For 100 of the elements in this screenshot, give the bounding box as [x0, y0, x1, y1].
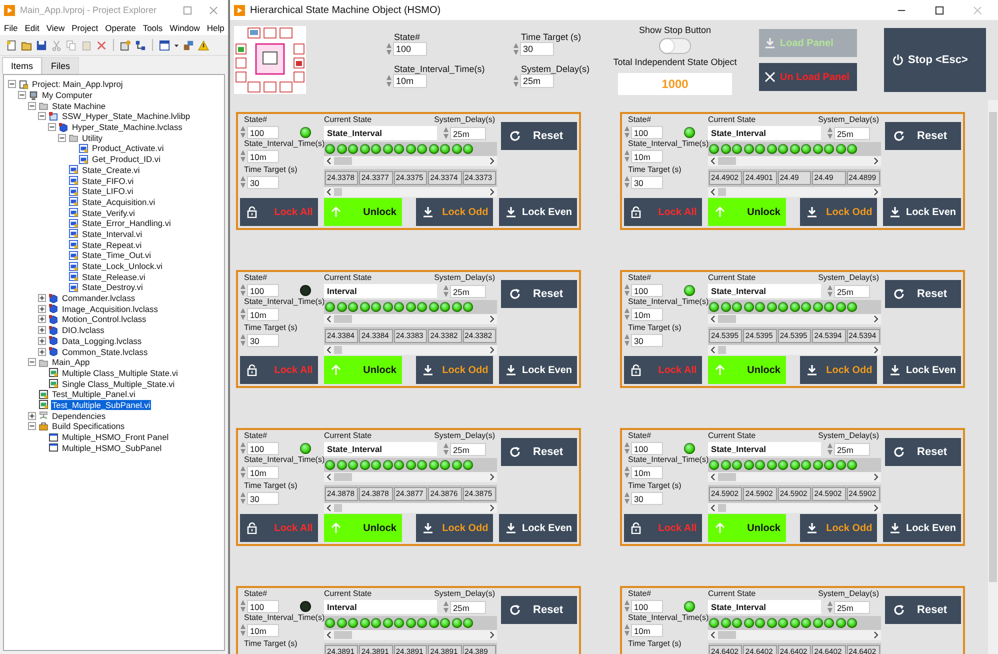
numeric-field[interactable]: 25m — [834, 126, 870, 140]
tree-item[interactable]: Test_Multiple_Panel.vi — [51, 389, 136, 400]
numeric-field[interactable]: 30 — [247, 492, 279, 504]
scroll-thumb[interactable] — [334, 315, 352, 323]
save-icon[interactable] — [36, 40, 47, 50]
reset-button[interactable]: Reset — [885, 596, 961, 624]
lock-button[interactable]: Unlock — [324, 198, 402, 226]
menu-item[interactable]: Tools — [142, 22, 163, 32]
numeric-field[interactable]: 30 — [520, 42, 554, 56]
chevron-left-icon[interactable] — [710, 346, 716, 354]
numeric-field[interactable]: 10m — [631, 624, 663, 636]
tree-item[interactable]: State_Lock_Unlock.vi — [81, 261, 164, 272]
tree-item[interactable]: State_Interval.vi — [81, 228, 144, 239]
numeric-field[interactable]: 25m — [450, 600, 486, 614]
horizontal-scrollbar[interactable] — [324, 345, 497, 355]
horizontal-scrollbar[interactable] — [708, 156, 881, 166]
scroll-thumb[interactable] — [718, 157, 736, 165]
reset-button[interactable]: Reset — [501, 122, 577, 150]
tree-item[interactable]: Data_Logging.lvclass — [61, 336, 143, 346]
tree-item[interactable]: Multiple_HSMO_SubPanel — [61, 442, 163, 453]
scroll-thumb[interactable] — [334, 188, 342, 196]
numeric-field[interactable]: 100 — [247, 442, 279, 454]
tree-item[interactable]: Multiple Class_Multiple State.vi — [61, 368, 179, 378]
chevron-right-icon[interactable] — [489, 473, 495, 481]
scroll-thumb[interactable] — [718, 631, 736, 639]
reset-button[interactable]: Reset — [885, 122, 961, 150]
lock-button[interactable]: Lock Odd — [416, 514, 494, 542]
numeric-field[interactable]: 10m — [631, 308, 663, 320]
tab[interactable]: Items — [2, 57, 42, 74]
expand-toggle[interactable] — [18, 91, 26, 100]
numeric-field[interactable]: 100 — [631, 126, 663, 138]
scroll-thumb[interactable] — [334, 157, 352, 165]
lock-button[interactable]: Lock Odd — [416, 198, 494, 226]
numeric-field[interactable]: 100 — [631, 442, 663, 454]
delete-icon[interactable] — [96, 40, 107, 50]
numeric-field[interactable]: 100 — [631, 284, 663, 296]
chevron-right-icon[interactable] — [489, 157, 495, 165]
numeric-field[interactable]: 10m — [247, 308, 279, 320]
lock-button[interactable]: Lock Odd — [416, 356, 494, 384]
scroll-thumb[interactable] — [334, 346, 342, 354]
numeric-field[interactable]: 100 — [247, 600, 279, 612]
chevron-right-icon[interactable] — [873, 315, 879, 323]
paste-icon[interactable] — [81, 40, 92, 50]
numeric-field[interactable]: 30 — [631, 334, 663, 346]
chevron-left-icon[interactable] — [326, 188, 332, 196]
chevron-left-icon[interactable] — [710, 631, 716, 639]
tree-item[interactable]: Common_State.lvclass — [61, 346, 149, 357]
chevron-right-icon[interactable] — [873, 188, 879, 196]
horizontal-scrollbar[interactable] — [708, 503, 881, 513]
tree-item[interactable]: Get_Product_ID.vi — [91, 154, 162, 164]
expand-toggle[interactable] — [38, 326, 46, 334]
horizontal-scrollbar[interactable] — [708, 345, 881, 355]
expand-toggle[interactable] — [28, 412, 36, 420]
tree-item[interactable]: State_Time_Out.vi — [81, 250, 152, 260]
stop-button[interactable]: Stop <Esc> — [884, 28, 986, 92]
tree-item[interactable]: State_LIFO.vi — [81, 186, 134, 196]
chevron-right-icon[interactable] — [489, 346, 495, 354]
tree-item[interactable]: Single Class_Multiple_State.vi — [61, 378, 176, 389]
numeric-field[interactable]: 10m — [631, 466, 663, 478]
chevron-left-icon[interactable] — [326, 473, 332, 481]
new-file-icon[interactable] — [6, 40, 17, 50]
reset-button[interactable]: Reset — [885, 438, 961, 466]
tree-item[interactable]: Commander.lvclass — [61, 293, 136, 304]
lock-button[interactable]: Lock Odd — [800, 514, 878, 542]
expand-toggle[interactable] — [38, 112, 46, 120]
chevron-right-icon[interactable] — [489, 188, 495, 196]
numeric-field[interactable]: 30 — [631, 176, 663, 188]
lock-button[interactable]: Lock Even — [883, 514, 961, 542]
numeric-field[interactable]: 10m — [247, 466, 279, 478]
horizontal-scrollbar[interactable] — [324, 314, 497, 324]
tree-item[interactable]: Hyper_State_Machine.lvclass — [71, 122, 184, 132]
toggle-switch[interactable] — [659, 38, 691, 54]
expand-toggle[interactable] — [28, 422, 36, 430]
expand-toggle[interactable] — [38, 315, 46, 324]
tree-item[interactable]: DIO.lvclass — [61, 325, 106, 336]
numeric-field[interactable]: 10m — [393, 74, 427, 88]
chevron-right-icon[interactable] — [873, 346, 879, 354]
tree-item[interactable]: State Machine — [51, 100, 107, 111]
numeric-field[interactable]: 100 — [247, 284, 279, 296]
numeric-field[interactable]: 25m — [520, 74, 554, 88]
expand-toggle[interactable] — [38, 294, 46, 302]
scroll-thumb[interactable] — [718, 346, 726, 354]
tree-item[interactable]: Image_Acquisition.lvclass — [61, 304, 159, 314]
lock-button[interactable]: Unlock — [324, 514, 402, 542]
numeric-field[interactable]: 100 — [393, 42, 427, 56]
tree-item[interactable]: State_Destroy.vi — [81, 282, 144, 292]
expand-toggle[interactable] — [38, 336, 46, 345]
scroll-thumb[interactable] — [718, 315, 736, 323]
numeric-field[interactable]: 25m — [450, 442, 486, 456]
chevron-right-icon[interactable] — [873, 157, 879, 165]
tree-item[interactable]: Motion_Control.lvclass — [61, 314, 148, 324]
numeric-field[interactable]: 25m — [834, 284, 870, 298]
reset-button[interactable]: Reset — [501, 596, 577, 624]
chevron-right-icon[interactable] — [489, 504, 495, 512]
chevron-left-icon[interactable] — [326, 346, 332, 354]
horizontal-scrollbar[interactable] — [324, 630, 497, 640]
numeric-field[interactable]: 30 — [631, 492, 663, 504]
chevron-right-icon[interactable] — [873, 504, 879, 512]
tree-item[interactable]: My Computer — [41, 90, 94, 100]
vertical-scrollbar[interactable] — [988, 100, 998, 654]
